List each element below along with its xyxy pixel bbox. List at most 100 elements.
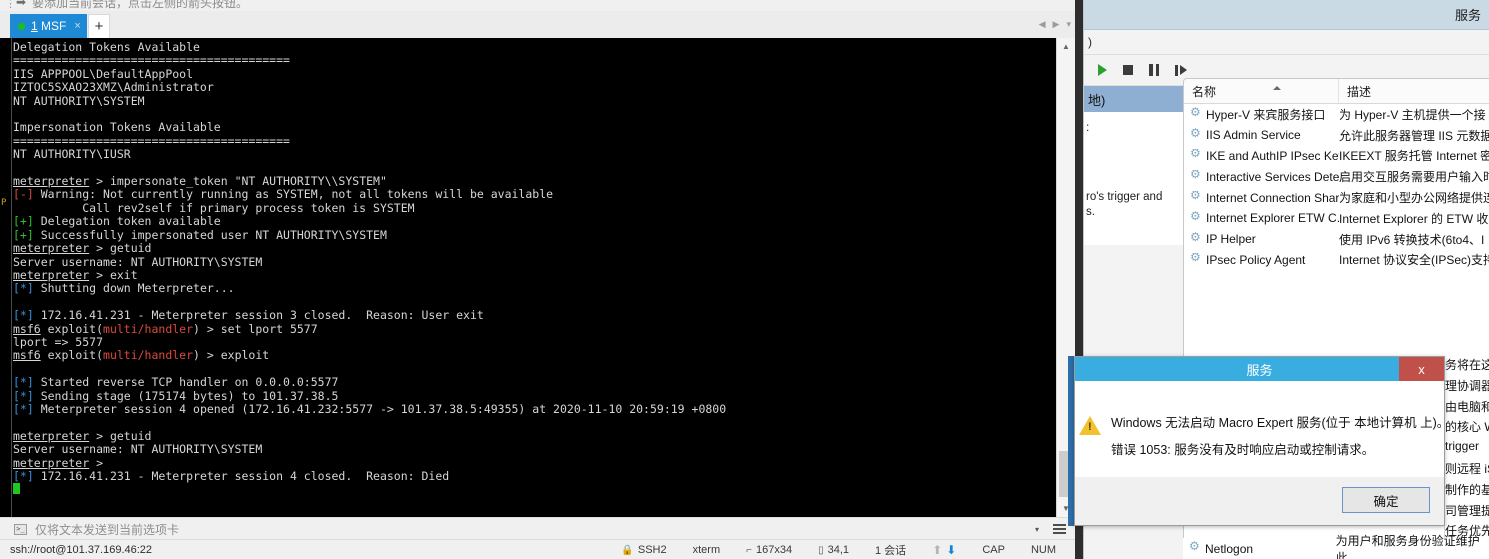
service-name-label: IKE and AuthIP IPsec Key... (1206, 148, 1339, 163)
terminal-line (13, 483, 1053, 496)
table-row[interactable]: IKE and AuthIP IPsec Key...IKEEXT 服务托管 I… (1184, 146, 1489, 167)
new-tab-button[interactable]: + (88, 14, 110, 38)
table-row[interactable]: Internet Explorer ETW C...Internet Explo… (1184, 208, 1489, 229)
gutter-label: P (1, 198, 7, 208)
service-name-label: IIS Admin Service (1206, 128, 1301, 143)
terminal-line: lport => 5577 (13, 334, 104, 349)
status-cursor-label: 34,1 (827, 544, 849, 556)
tab-msf[interactable]: 1 MSF × (10, 14, 87, 38)
clipped-description-line: 则远程 iS (1445, 461, 1489, 476)
gear-icon (1190, 106, 1202, 120)
terminal-left-gutter: P (0, 38, 12, 517)
service-name-cell: IIS Admin Service (1184, 128, 1339, 142)
column-header-description[interactable]: 描述 (1339, 79, 1489, 103)
dialog-footer: 确定 (1075, 477, 1444, 525)
service-desc-cell: Internet Explorer 的 ETW 收 (1339, 211, 1489, 226)
column-header-description-label: 描述 (1347, 84, 1372, 99)
download-arrow-icon: ⬇ (946, 543, 957, 557)
terminal-line: Impersonation Tokens Available (13, 120, 221, 135)
top-hint-text: 要添加当前会话，点击左侧的箭头按钮。 (32, 0, 249, 10)
next-tab-icon[interactable]: ▶ (1053, 19, 1060, 30)
service-desc-cell: IKEEXT 服务托管 Internet 密 (1339, 149, 1489, 164)
service-name-label: Netlogon (1205, 541, 1254, 556)
service-error-dialog: 服务 x ! Windows 无法启动 Macro Expert 服务(位于 本… (1074, 356, 1449, 526)
status-size-label: 167x34 (755, 544, 793, 556)
ok-button[interactable]: 确定 (1342, 487, 1430, 513)
tab-index: 1 (31, 19, 38, 33)
services-menu-text: ) (1088, 35, 1092, 49)
terminal-line: ======================================== (13, 133, 290, 148)
terminal-line: [*] Started reverse TCP handler on 0.0.0… (13, 375, 339, 390)
terminal-line: Call rev2self if primary process token i… (13, 200, 415, 215)
menu-icon[interactable] (1053, 524, 1066, 534)
terminal-line: NT AUTHORITY\SYSTEM (13, 93, 145, 108)
restart-service-icon[interactable] (1175, 64, 1187, 76)
service-name-cell: Internet Connection Shari... (1184, 191, 1339, 205)
lock-icon: 🔒 (621, 544, 634, 556)
clipped-description-line: 制作的基于 (1445, 482, 1489, 497)
terminal-line: meterpreter > getuid (13, 428, 152, 443)
terminal-line: Server username: NT AUTHORITY\SYSTEM (13, 254, 263, 269)
chevron-down-icon[interactable]: ▾ (1066, 19, 1071, 30)
clipped-description-line: 由电脑和设 (1445, 399, 1489, 414)
service-name-cell: Interactive Services Dete... (1184, 170, 1339, 184)
service-desc-cell: 启用交互服务需要用户输入时 (1339, 170, 1489, 185)
table-row[interactable]: IIS Admin Service 允许此服务器管理 IIS 元数据 (1184, 125, 1489, 146)
terminal-line: [+] Delegation token available (13, 214, 221, 229)
service-name-label: IPsec Policy Agent (1206, 252, 1306, 267)
send-text-bar: >_ 仅将文本发送到当前选项卡 ▾ (0, 517, 1075, 540)
services-menu-row: ) (1084, 30, 1489, 55)
chevron-down-icon[interactable]: ▾ (1035, 525, 1039, 534)
stop-service-icon[interactable] (1123, 65, 1133, 75)
table-row[interactable]: IPsec Policy Agent Internet 协议安全(IPSec)支持 (1184, 250, 1489, 271)
warning-icon: ! (1079, 416, 1101, 436)
arrow-right-icon: ➡ (16, 0, 27, 9)
dialog-titlebar: 服务 x (1075, 357, 1444, 381)
send-text-label: 仅将文本发送到当前选项卡 (35, 522, 180, 537)
table-row[interactable]: Interactive Services Dete...启用交互服务需要用户输入… (1184, 166, 1489, 187)
screen: ⋮ ➡ 要添加当前会话，点击左侧的箭头按钮。 1 MSF × + ◀ ▶ ▾ P… (0, 0, 1489, 559)
clipped-description-line: trigger (1445, 439, 1480, 454)
table-row[interactable]: Internet Connection Shari...为家庭和小型办公网络提供… (1184, 187, 1489, 208)
gear-icon (1190, 149, 1202, 161)
pause-service-icon[interactable] (1149, 64, 1159, 76)
services-list-header: 名称 描述 (1184, 79, 1489, 104)
gear-icon (1190, 211, 1202, 224)
terminal-line: NT AUTHORITY\IUSR (13, 147, 131, 162)
cursor-pos-icon: ▯ (818, 544, 824, 556)
detail-desc-line1: ro's trigger and (1086, 191, 1163, 203)
start-service-icon[interactable] (1098, 64, 1107, 76)
clipped-description-line: 务将在这 (1445, 358, 1489, 372)
terminal-line: Delegation Tokens Available (13, 40, 200, 54)
column-header-name[interactable]: 名称 (1184, 79, 1339, 103)
terminal-line: [+] Successfully impersonated user NT AU… (13, 227, 387, 242)
services-titlebar: 服务 (1084, 0, 1489, 30)
scroll-up-icon[interactable]: ▲ (1057, 38, 1075, 55)
tab-label: 1 MSF (31, 19, 66, 33)
table-row[interactable]: Hyper-V 来宾服务接口为 Hyper-V 主机提供一个接 (1184, 104, 1489, 125)
status-num: NUM (1030, 544, 1056, 556)
clipped-description-line: 的核心 W (1445, 420, 1489, 435)
terminal-line: Server username: NT AUTHORITY\SYSTEM (13, 442, 263, 457)
gear-icon (1190, 232, 1202, 245)
clipped-description-line: 理协调器的 (1445, 378, 1489, 393)
prev-tab-icon[interactable]: ◀ (1039, 19, 1046, 30)
service-name-cell: Hyper-V 来宾服务接口 (1184, 106, 1339, 123)
terminal-line: [*] Shutting down Meterpreter... (13, 281, 235, 296)
tab-status-dot (18, 22, 25, 30)
close-icon[interactable]: x (1399, 357, 1444, 381)
gear-icon (1190, 191, 1202, 203)
status-caps: CAP (982, 544, 1005, 556)
terminal-line: ======================================== (13, 53, 290, 68)
service-name-label: Internet Connection Shari... (1206, 190, 1339, 205)
terminal-line: meterpreter > impersonate_token "NT AUTH… (13, 174, 387, 189)
terminal-output[interactable]: P Delegation Tokens Available ===========… (0, 38, 1075, 517)
close-icon[interactable]: × (74, 20, 80, 32)
services-row-netlogon[interactable]: Netlogon 为用户和服务身份验证维护此 (1183, 534, 1489, 559)
detail-desc-line2: s. (1086, 206, 1095, 218)
terminal-line: msf6 exploit(multi/handler) > set lport … (13, 321, 318, 336)
table-row[interactable]: IP Helper 使用 IPv6 转换技术(6to4、I (1184, 229, 1489, 250)
service-name-cell: IPsec Policy Agent (1184, 253, 1339, 267)
gear-icon (1189, 539, 1201, 554)
